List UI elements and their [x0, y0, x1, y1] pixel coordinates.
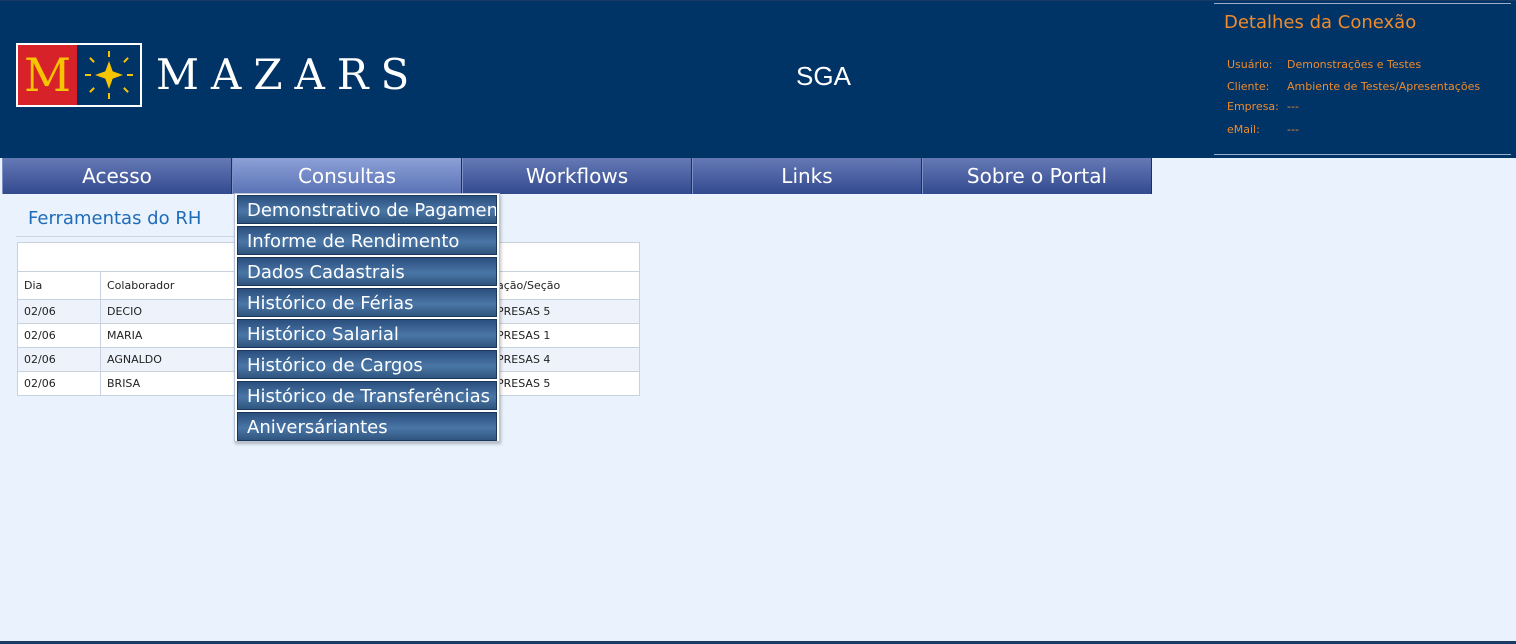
- app-title: SGA: [796, 61, 851, 91]
- header: M MAZARS SGA Detalhes da Conexão Usuário…: [0, 0, 1516, 158]
- logo-letter: M: [18, 45, 77, 105]
- cell-dia: 02/06: [18, 300, 101, 323]
- connection-client-row: Cliente: Ambiente de Testes/Apresentações: [1227, 80, 1480, 93]
- main-menu-bar: Acesso Consultas Workflows Links Sobre o…: [2, 158, 1153, 194]
- logo-emblem: M: [16, 43, 142, 107]
- logo-wordmark: MAZARS: [156, 50, 422, 99]
- connection-details-title: Detalhes da Conexão: [1224, 12, 1417, 33]
- cell-lotacao: PRESAS 5: [497, 377, 551, 390]
- connection-value: ---: [1287, 100, 1299, 113]
- connection-label: Empresa:: [1227, 100, 1279, 113]
- menu-item-aniversariantes[interactable]: Aniversáriantes: [237, 412, 497, 441]
- menu-item-historico-salarial[interactable]: Histórico Salarial: [237, 319, 497, 348]
- connection-company-row: Empresa: ---: [1227, 100, 1299, 113]
- section-divider: [16, 236, 236, 237]
- mazars-logo[interactable]: M MAZARS: [16, 43, 426, 109]
- menu-item-informe-rendimento[interactable]: Informe de Rendimento: [237, 226, 497, 255]
- cell-dia: 02/06: [18, 372, 101, 396]
- connection-user-row: Usuário: Demonstrações e Testes: [1227, 58, 1421, 71]
- menu-item-historico-ferias[interactable]: Histórico de Férias: [237, 288, 497, 317]
- cell-lotacao: PRESAS 4: [497, 353, 551, 366]
- sun-star-icon: [85, 51, 133, 99]
- menu-acesso[interactable]: Acesso: [2, 158, 232, 194]
- column-header-dia[interactable]: Dia: [18, 272, 101, 299]
- menu-workflows[interactable]: Workflows: [462, 158, 692, 194]
- cell-dia: 02/06: [18, 324, 101, 347]
- connection-label: Cliente:: [1227, 80, 1270, 93]
- consultas-dropdown-menu: Demonstrativo de Pagamento Informe de Re…: [234, 193, 500, 442]
- cell-lotacao: PRESAS 5: [497, 305, 551, 318]
- cell-dia: 02/06: [18, 348, 101, 371]
- connection-value: Demonstrações e Testes: [1287, 58, 1422, 71]
- connection-details-panel: Detalhes da Conexão Usuário: Demonstraçõe…: [1214, 3, 1511, 155]
- menu-item-demonstrativo-pagamento[interactable]: Demonstrativo de Pagamento: [237, 195, 497, 224]
- section-title: Ferramentas do RH: [28, 208, 202, 229]
- connection-value: Ambiente de Testes/Apresentações: [1287, 80, 1481, 93]
- connection-label: eMail:: [1227, 123, 1260, 136]
- connection-email-row: eMail: ---: [1227, 123, 1299, 136]
- cell-lotacao: PRESAS 1: [497, 329, 551, 342]
- menu-links[interactable]: Links: [692, 158, 922, 194]
- connection-value: ---: [1287, 123, 1299, 136]
- column-header-lotacao-secao[interactable]: ação/Seção: [491, 272, 641, 299]
- menu-item-historico-transferencias[interactable]: Histórico de Transferências: [237, 381, 497, 410]
- menu-sobre-o-portal[interactable]: Sobre o Portal: [922, 158, 1152, 194]
- menu-item-historico-cargos[interactable]: Histórico de Cargos: [237, 350, 497, 379]
- menu-item-dados-cadastrais[interactable]: Dados Cadastrais: [237, 257, 497, 286]
- menu-consultas[interactable]: Consultas: [232, 158, 462, 194]
- connection-label: Usuário:: [1227, 58, 1273, 71]
